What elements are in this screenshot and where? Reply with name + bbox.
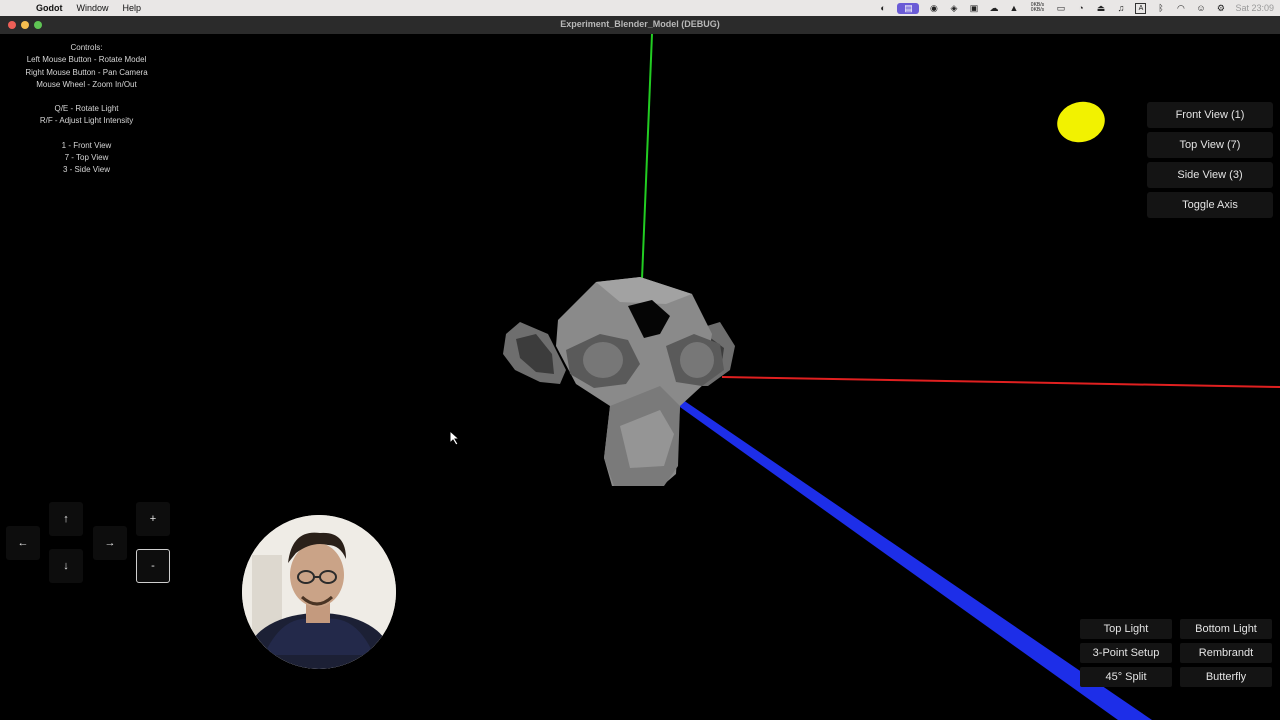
control-center-icon[interactable]: ⚙ xyxy=(1215,3,1226,14)
help-line: R/F - Adjust Light Intensity xyxy=(39,116,134,126)
window-title: Experiment_Blender_Model (DEBUG) xyxy=(560,19,720,29)
help-spacer xyxy=(0,91,173,103)
toggle-axis-button[interactable]: Toggle Axis xyxy=(1147,192,1273,218)
input-source-icon[interactable]: A xyxy=(1135,2,1147,14)
menu-bar: Godot Window Help ◐ ▤ ◉ ◈ ▣ ☁ ▲ 0KB/s 0KB… xyxy=(0,0,1280,16)
pan-right-button[interactable]: → xyxy=(93,526,127,560)
window-title-bar: Experiment_Blender_Model (DEBUG) xyxy=(0,16,1280,35)
menu-window[interactable]: Window xyxy=(77,3,109,13)
circle-icon[interactable]: ◉ xyxy=(928,3,939,14)
help-line: 3 - Side View xyxy=(63,165,110,175)
scene-canvas xyxy=(503,34,1280,720)
webcam-overlay xyxy=(242,515,396,669)
three-point-setup-button[interactable]: 3-Point Setup xyxy=(1080,643,1172,663)
pan-down-button[interactable]: ↓ xyxy=(49,549,83,583)
top-light-button[interactable]: Top Light xyxy=(1080,619,1172,639)
y-axis-line xyxy=(641,34,653,280)
monkey-model[interactable] xyxy=(503,277,735,486)
side-view-button[interactable]: Side View (3) xyxy=(1147,162,1273,188)
controls-help: Controls: Left Mouse Button - Rotate Mod… xyxy=(0,42,173,177)
status-area: ◐ ▤ ◉ ◈ ▣ ☁ ▲ 0KB/s 0KB/s ▭ ◔ ⏏ ♫ A ᛒ ◠ ☺… xyxy=(877,0,1274,16)
split-45-button[interactable]: 45° Split xyxy=(1080,667,1172,687)
front-view-button[interactable]: Front View (1) xyxy=(1147,102,1273,128)
pan-up-button[interactable]: ↑ xyxy=(49,502,83,536)
zoom-in-button[interactable]: + xyxy=(136,502,170,536)
mouse-cursor-icon xyxy=(449,430,461,446)
light-gizmo[interactable] xyxy=(1053,97,1109,147)
headphones-icon[interactable]: ♫ xyxy=(1115,3,1126,14)
cloud-icon[interactable]: ☁ xyxy=(988,3,999,14)
help-line: Q/E - Rotate Light xyxy=(54,104,119,114)
display-icon[interactable]: ▭ xyxy=(1055,3,1066,14)
help-line: Left Mouse Button - Rotate Model xyxy=(26,55,147,65)
x-axis-line xyxy=(721,376,1280,388)
zoom-out-button[interactable]: - xyxy=(136,549,170,583)
butterfly-button[interactable]: Butterfly xyxy=(1180,667,1272,687)
bottom-light-button[interactable]: Bottom Light xyxy=(1180,619,1272,639)
network-speed: 0KB/s 0KB/s xyxy=(1030,1,1045,13)
user-icon[interactable]: ☺ xyxy=(1195,3,1206,14)
layers-icon[interactable]: ◈ xyxy=(948,3,959,14)
eject-icon[interactable]: ⏏ xyxy=(1095,3,1106,14)
help-spacer xyxy=(0,128,173,140)
pie-icon[interactable]: ◔ xyxy=(1075,3,1086,14)
bucket-icon[interactable]: ▲ xyxy=(1008,3,1019,14)
help-line: 1 - Front View xyxy=(61,140,112,150)
pan-left-button[interactable]: ← xyxy=(6,526,40,560)
bluetooth-icon[interactable]: ᛒ xyxy=(1155,3,1166,14)
top-view-button[interactable]: Top View (7) xyxy=(1147,132,1273,158)
wifi-icon[interactable]: ◠ xyxy=(1175,3,1186,14)
help-line: Mouse Wheel - Zoom In/Out xyxy=(36,79,137,89)
z-axis-beam xyxy=(652,387,1152,720)
clock[interactable]: Sat 23:09 xyxy=(1235,3,1274,13)
help-heading: Controls: xyxy=(70,43,103,52)
app-icon[interactable]: ▣ xyxy=(968,3,979,14)
3d-viewport[interactable]: Controls: Left Mouse Button - Rotate Mod… xyxy=(0,34,1280,720)
color-picker-icon[interactable]: ◐ xyxy=(877,3,888,14)
menu-help[interactable]: Help xyxy=(123,3,142,13)
help-line: Right Mouse Button - Pan Camera xyxy=(25,67,148,77)
help-line: 7 - Top View xyxy=(64,153,109,163)
menu-app-name[interactable]: Godot xyxy=(36,3,63,13)
presenter-avatar xyxy=(242,515,396,669)
rembrandt-button[interactable]: Rembrandt xyxy=(1180,643,1272,663)
screen-record-icon[interactable]: ▤ xyxy=(897,2,920,14)
